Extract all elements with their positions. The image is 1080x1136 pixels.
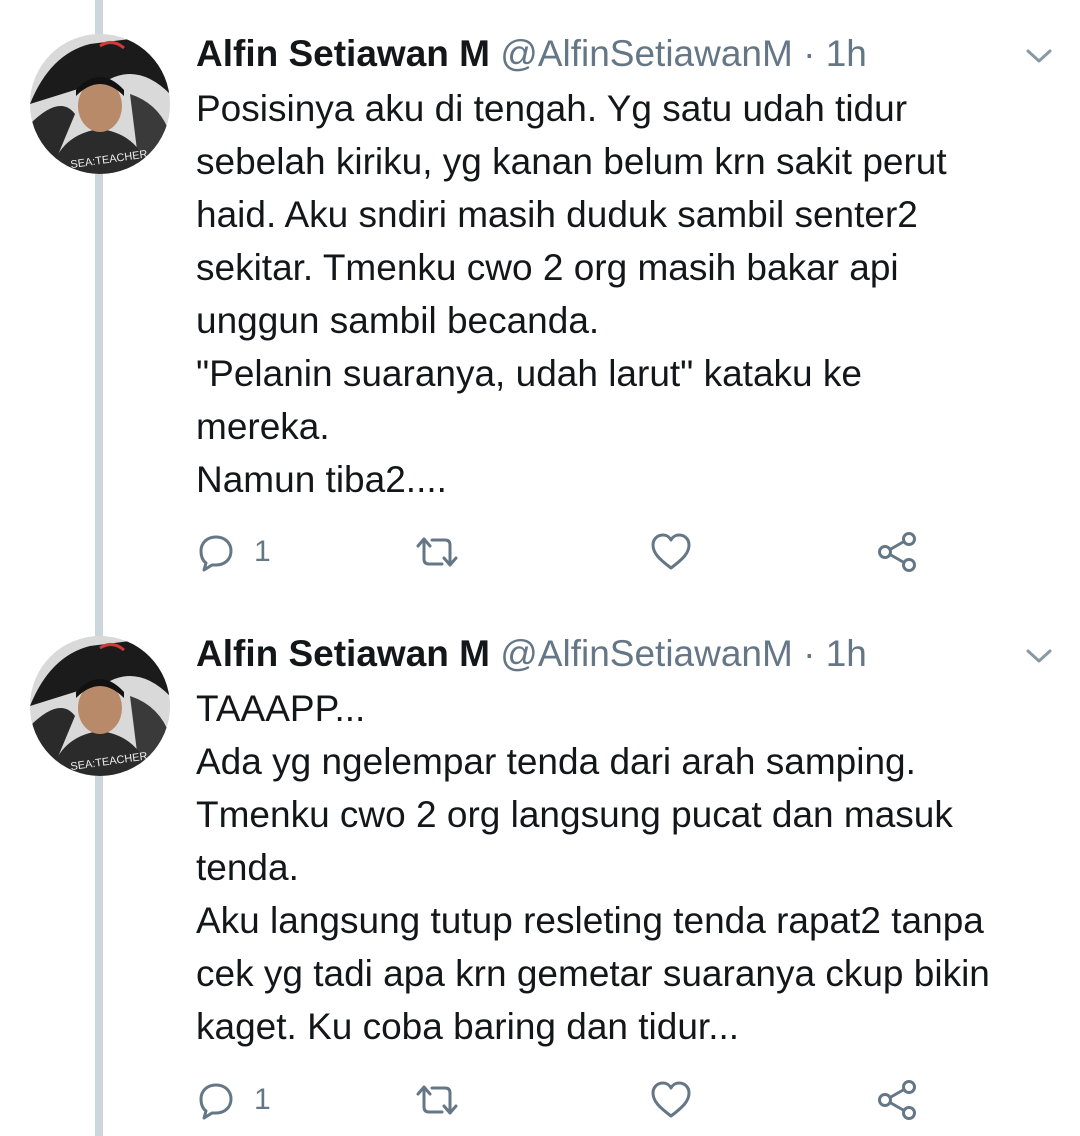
heart-icon — [651, 1081, 691, 1118]
like-button[interactable] — [649, 522, 693, 582]
tweet-text: TAAAPP... Ada yg ngelempar tenda dari ar… — [196, 682, 1056, 1053]
tweet-text-line: Ada yg ngelempar tenda dari arah samping… — [196, 741, 916, 782]
share-button[interactable] — [875, 1070, 919, 1130]
user-handle[interactable]: @AlfinSetiawanM — [500, 33, 793, 74]
tweet[interactable]: SEA:TEACHER Alfin Setiawan M @AlfinSetia… — [0, 0, 1080, 600]
tweet-text-line: "Pelanin suaranya, udah larut" kataku ke — [196, 353, 862, 394]
retweet-button[interactable] — [412, 1070, 462, 1130]
tweet-text-line: cek yg tadi apa krn gemetar suaranya cku… — [196, 953, 990, 994]
tweet-text-line: sebelah kiriku, yg kanan belum krn sakit… — [196, 141, 947, 182]
tweet-text-line: Namun tiba2.... — [196, 459, 447, 500]
tweet-actions: 1 — [0, 1070, 1080, 1130]
tweet-text-line: TAAAPP... — [196, 688, 366, 729]
tweet-text-line: haid. Aku sndiri masih duduk sambil sent… — [196, 194, 918, 235]
separator-dot: · — [803, 33, 816, 74]
tweet-text-line: unggun sambil becanda. — [196, 300, 600, 341]
tweet-actions: 1 — [0, 522, 1080, 582]
chevron-down-icon — [1026, 649, 1052, 663]
reply-icon — [199, 1083, 233, 1120]
tweet-text-line: Posisinya aku di tengah. Yg satu udah ti… — [196, 88, 908, 129]
share-icon — [878, 1080, 916, 1120]
tweet-text-line: Tmenku cwo 2 org langsung pucat dan masu… — [196, 794, 953, 835]
reply-count: 1 — [254, 535, 271, 568]
avatar[interactable]: SEA:TEACHER — [30, 636, 170, 776]
display-name[interactable]: Alfin Setiawan M — [196, 33, 490, 74]
reply-button[interactable]: 1 — [196, 1070, 271, 1130]
retweet-button[interactable] — [412, 522, 462, 582]
tweet-text-line: Aku langsung tutup resleting tenda rapat… — [196, 900, 984, 941]
timestamp[interactable]: 1h — [826, 633, 867, 674]
tweet-text: Posisinya aku di tengah. Yg satu udah ti… — [196, 82, 1056, 506]
separator-dot: · — [803, 633, 816, 674]
reply-icon — [199, 535, 233, 572]
timestamp[interactable]: 1h — [826, 33, 867, 74]
retweet-icon — [416, 537, 458, 567]
share-button[interactable] — [875, 522, 919, 582]
tweet-menu-button[interactable] — [1018, 644, 1060, 670]
avatar[interactable]: SEA:TEACHER — [30, 34, 170, 174]
reply-count: 1 — [254, 1083, 271, 1116]
chevron-down-icon — [1026, 49, 1052, 63]
tweet-menu-button[interactable] — [1018, 44, 1060, 70]
reply-button[interactable]: 1 — [196, 522, 271, 582]
tweet[interactable]: SEA:TEACHER Alfin Setiawan M @AlfinSetia… — [0, 600, 1080, 1136]
tweet-text-line: kaget. Ku coba baring dan tidur... — [196, 1006, 740, 1047]
display-name[interactable]: Alfin Setiawan M — [196, 633, 490, 674]
tweet-header: Alfin Setiawan M @AlfinSetiawanM · 1h — [196, 30, 867, 78]
tweet-header: Alfin Setiawan M @AlfinSetiawanM · 1h — [196, 630, 867, 678]
share-icon — [878, 532, 916, 572]
tweet-text-line: sekitar. Tmenku cwo 2 org masih bakar ap… — [196, 247, 899, 288]
tweet-text-line: mereka. — [196, 406, 330, 447]
retweet-icon — [416, 1085, 458, 1115]
user-handle[interactable]: @AlfinSetiawanM — [500, 633, 793, 674]
like-button[interactable] — [649, 1070, 693, 1130]
heart-icon — [651, 533, 691, 570]
tweet-text-line: tenda. — [196, 847, 299, 888]
